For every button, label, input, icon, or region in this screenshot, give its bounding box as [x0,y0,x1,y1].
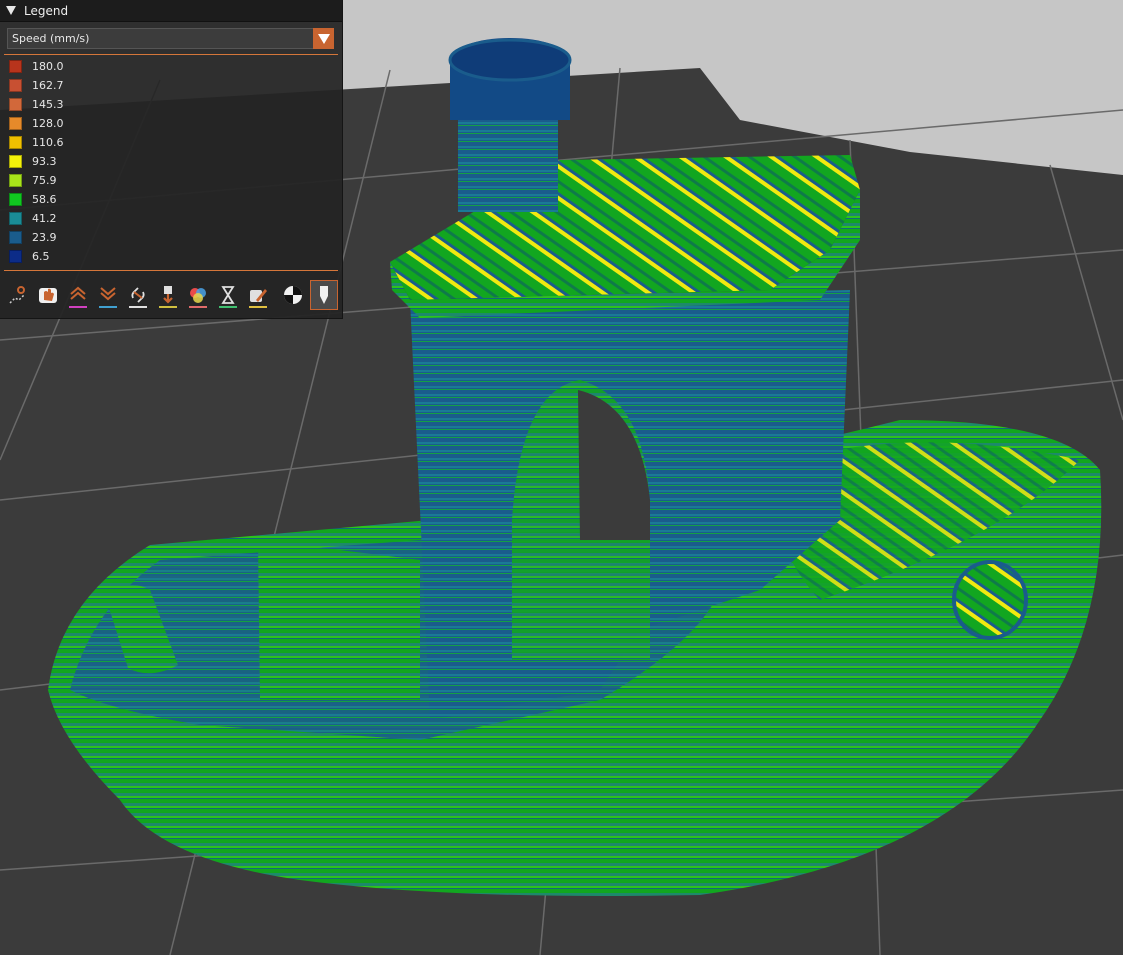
legend-panel: Legend Speed (mm/s) 180.0 162.7 145.3 12… [0,0,343,319]
deretractions-icon [100,287,116,301]
travel-icon [9,286,26,304]
custom-gcodes-icon [250,289,267,302]
view-type-value: Speed (mm/s) [12,32,90,45]
legend-item-label: 41.2 [32,211,57,225]
wipe-icon [39,288,57,303]
legend-separator-bottom [4,270,338,271]
collapse-triangle-icon[interactable] [6,6,16,15]
legend-item-label: 58.6 [32,192,57,206]
pause-prints-underline [219,306,237,308]
tool-marker-icon [320,286,328,304]
color-swatch [9,135,22,149]
legend-item-label: 23.9 [32,230,57,244]
legend-item: 93.3 [9,154,57,168]
legend-item-label: 6.5 [32,249,50,263]
legend-item: 23.9 [9,230,57,244]
color-swatch [9,173,22,187]
color-swatch [9,116,22,130]
color-swatch [9,78,22,92]
retractions-toggle-button[interactable] [65,281,91,309]
tool-changes-underline [159,306,177,308]
color-swatch [9,211,22,225]
tool-marker-toggle-button[interactable] [310,280,338,310]
color-changes-toggle-button[interactable] [185,281,211,309]
pause-prints-icon [221,286,235,304]
legend-item-label: 128.0 [32,116,64,130]
legend-item: 6.5 [9,249,50,263]
pause-prints-toggle-button[interactable] [215,281,241,309]
center-of-gravity-toggle-button[interactable] [280,281,306,309]
chevron-down-icon[interactable] [313,28,334,49]
legend-title: Legend [24,3,69,18]
legend-item-label: 93.3 [32,154,57,168]
legend-item-label: 145.3 [32,97,64,111]
benchy-front-box [258,540,420,700]
custom-gcodes-toggle-button[interactable] [245,281,271,309]
color-swatch [9,97,22,111]
legend-item-label: 180.0 [32,59,64,73]
seams-icon [131,287,145,303]
color-changes-underline [189,306,207,308]
color-swatch [9,192,22,206]
legend-header[interactable]: Legend [0,0,342,22]
deretractions-toggle-button[interactable] [95,281,121,309]
color-swatch [9,59,22,73]
color-swatch [9,249,22,263]
legend-item: 145.3 [9,97,64,111]
legend-item: 180.0 [9,59,64,73]
center-of-gravity-icon [284,286,302,304]
legend-item: 110.6 [9,135,64,149]
deretractions-underline [99,306,117,308]
legend-item: 162.7 [9,78,64,92]
color-swatch [9,154,22,168]
travel-toggle-button[interactable] [5,281,31,309]
color-changes-icon [190,288,206,303]
tool-changes-icon [163,286,173,304]
legend-item-label: 110.6 [32,135,64,149]
legend-item: 58.6 [9,192,57,206]
custom-gcodes-underline [249,306,267,308]
seams-toggle-button[interactable] [125,281,151,309]
seams-underline [129,306,147,308]
legend-separator-top [4,54,338,55]
retractions-underline [69,306,87,308]
benchy-porthole [952,560,1028,640]
benchy-chimney-rim [448,38,572,82]
tool-changes-toggle-button[interactable] [155,281,181,309]
legend-item: 75.9 [9,173,57,187]
legend-toolbar [5,280,338,310]
legend-item-label: 75.9 [32,173,57,187]
color-swatch [9,230,22,244]
legend-item: 128.0 [9,116,64,130]
view-type-select[interactable]: Speed (mm/s) [7,28,334,49]
retractions-icon [70,286,86,300]
legend-item: 41.2 [9,211,57,225]
wipe-toggle-button[interactable] [35,281,61,309]
legend-item-label: 162.7 [32,78,64,92]
